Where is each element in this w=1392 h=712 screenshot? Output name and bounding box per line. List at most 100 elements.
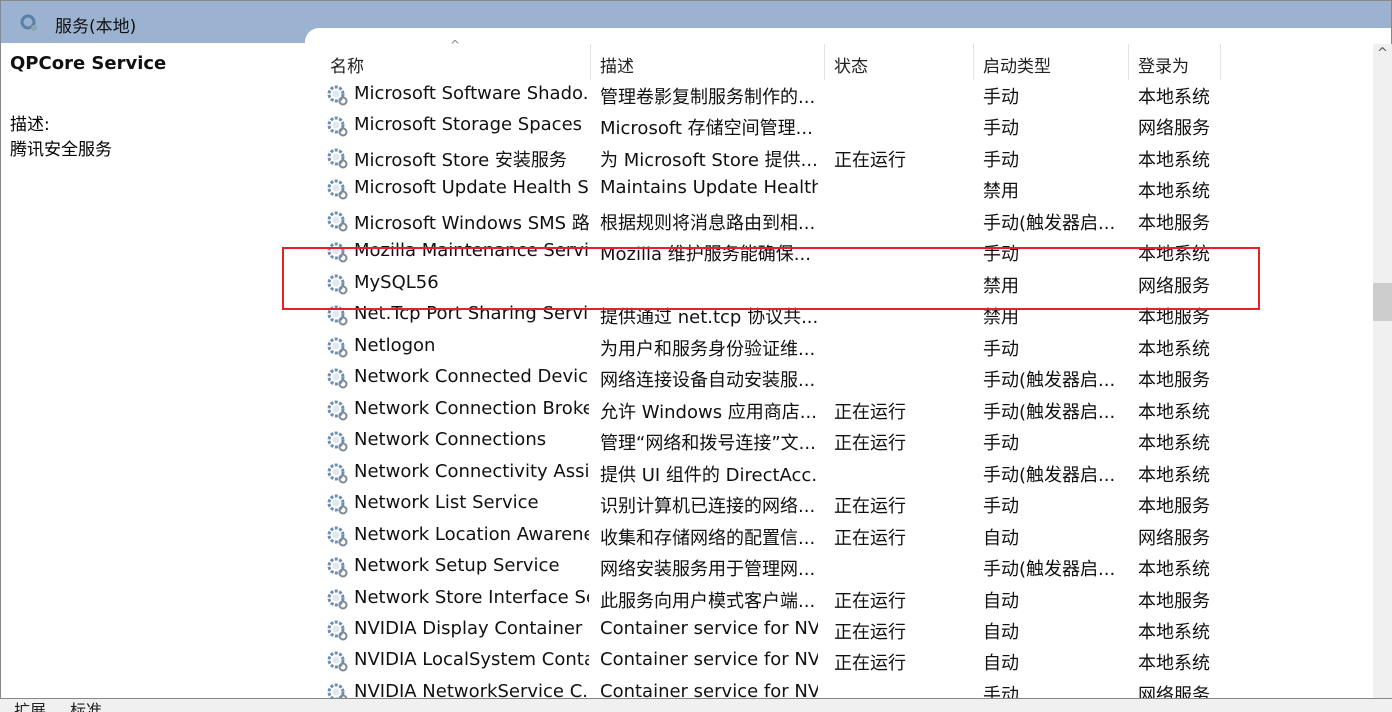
service-log-on-as: 本地服务	[1138, 496, 1210, 518]
service-startup-type: 手动(触发器启...	[983, 559, 1116, 581]
service-name: Microsoft Update Health S...	[354, 177, 589, 199]
service-row[interactable]: Network List Service 识别计算机已连接的网络... 正在运行 手动…	[320, 488, 1370, 519]
service-name: Network Setup Service	[354, 555, 560, 577]
service-startup-type: 手动(触发器启...	[983, 212, 1116, 234]
bottom-tab-bar: 扩展 标准	[0, 698, 1392, 712]
service-log-on-as: 本地系统	[1138, 181, 1210, 203]
column-divider[interactable]	[590, 44, 591, 80]
service-startup-type: 手动	[983, 338, 1019, 360]
service-gear-icon	[327, 651, 348, 672]
service-row[interactable]: NVIDIA Display Container LS Container ser…	[320, 614, 1370, 645]
service-name: Network List Service	[354, 492, 539, 514]
service-startup-type: 手动(触发器启...	[983, 370, 1116, 392]
service-status: 正在运行	[834, 401, 906, 423]
service-name: Network Store Interface Se...	[354, 586, 589, 608]
service-description: 网络安装服务用于管理网...	[600, 559, 816, 581]
column-header-log-on-as[interactable]: 登录为	[1138, 52, 1189, 77]
service-description: 为 Microsoft Store 提供...	[600, 149, 818, 171]
service-log-on-as: 本地服务	[1138, 212, 1210, 234]
service-name: Microsoft Store 安装服务	[354, 149, 567, 171]
service-description: Container service for NV...	[600, 617, 818, 639]
service-row[interactable]: Network Connections 管理“网络和拨号连接”文... 正在运行 手动…	[320, 425, 1370, 456]
service-name: Network Connected Devic...	[354, 366, 589, 388]
service-description: 为用户和服务身份验证维...	[600, 338, 816, 360]
service-gear-icon	[327, 337, 348, 358]
vertical-scrollbar[interactable]: ^	[1373, 44, 1392, 698]
service-description: 管理卷影复制服务制作的...	[600, 87, 816, 108]
column-header-description[interactable]: 描述	[600, 52, 634, 77]
scrollbar-thumb[interactable]	[1373, 283, 1392, 321]
service-name: Network Connections	[354, 429, 547, 451]
service-name: NVIDIA LocalSystem Conta...	[354, 649, 589, 671]
highlight-box	[282, 247, 1260, 310]
service-startup-type: 手动	[983, 87, 1019, 108]
column-divider[interactable]	[973, 44, 974, 80]
column-header-status[interactable]: 状态	[834, 52, 868, 77]
service-gear-icon	[327, 148, 348, 169]
service-startup-type: 自动	[983, 653, 1019, 675]
service-log-on-as: 本地系统	[1138, 464, 1210, 486]
service-startup-type: 手动	[983, 433, 1019, 455]
service-row[interactable]: Network Connected Devic... 网络连接设备自动安装服...…	[320, 362, 1370, 393]
service-row[interactable]: Microsoft Software Shado... 管理卷影复制服务制作的..…	[320, 79, 1370, 110]
service-row[interactable]: Network Setup Service 网络安装服务用于管理网... 手动(触发…	[320, 551, 1370, 582]
service-row[interactable]: Microsoft Update Health S... Maintains Up…	[320, 173, 1370, 204]
service-log-on-as: 本地系统	[1138, 401, 1210, 423]
service-description: 提供 UI 组件的 DirectAcc...	[600, 464, 818, 486]
tab-standard[interactable]: 标准	[70, 699, 102, 712]
service-name: Netlogon	[354, 334, 436, 356]
service-row[interactable]: Network Store Interface Se... 此服务向用户模式客户端…	[320, 583, 1370, 614]
service-gear-icon	[327, 211, 348, 232]
service-log-on-as: 本地系统	[1138, 621, 1210, 643]
service-status: 正在运行	[834, 621, 906, 643]
scroll-up-arrow-icon[interactable]: ^	[1377, 46, 1388, 61]
service-description: 管理“网络和拨号连接”文...	[600, 433, 816, 455]
service-row[interactable]: Network Location Awarene... 收集和存储网络的配置信..…	[320, 520, 1370, 551]
description-text: 腾讯安全服务	[10, 140, 112, 160]
service-startup-type: 自动	[983, 527, 1019, 549]
tab-extended[interactable]: 扩展	[14, 699, 46, 712]
service-gear-icon	[327, 589, 348, 610]
service-startup-type: 自动	[983, 621, 1019, 643]
service-row[interactable]: Netlogon 为用户和服务身份验证维... 手动 本地系统	[320, 331, 1370, 362]
service-status: 正在运行	[834, 653, 906, 675]
service-description: 根据规则将消息路由到相...	[600, 212, 816, 234]
column-header-name[interactable]: 名称	[330, 52, 364, 77]
service-log-on-as: 本地系统	[1138, 149, 1210, 171]
service-status: 正在运行	[834, 433, 906, 455]
service-status: 正在运行	[834, 590, 906, 612]
service-row[interactable]: Microsoft Store 安装服务 为 Microsoft Store 提供…	[320, 142, 1370, 173]
service-description: 收集和存储网络的配置信...	[600, 527, 816, 549]
service-status: 正在运行	[834, 496, 906, 518]
service-description: 识别计算机已连接的网络...	[600, 496, 816, 518]
column-divider[interactable]	[1128, 44, 1129, 80]
service-gear-icon	[327, 368, 348, 389]
service-description: Microsoft 存储空间管理...	[600, 118, 813, 140]
service-log-on-as: 网络服务	[1138, 118, 1210, 140]
service-log-on-as: 本地系统	[1138, 87, 1210, 108]
description-label: 描述:	[10, 115, 50, 135]
service-log-on-as: 本地服务	[1138, 590, 1210, 612]
service-description: Maintains Update Health	[600, 177, 818, 199]
service-gear-icon	[327, 179, 348, 200]
column-divider[interactable]	[824, 44, 825, 80]
service-gear-icon	[327, 431, 348, 452]
service-row[interactable]: Microsoft Storage Spaces S... Microsoft 存…	[320, 110, 1370, 141]
service-row[interactable]: NVIDIA LocalSystem Conta... Container ser…	[320, 645, 1370, 676]
service-log-on-as: 本地服务	[1138, 370, 1210, 392]
service-startup-type: 手动	[983, 149, 1019, 171]
service-row[interactable]: Network Connectivity Assis... 提供 UI 组件的 D…	[320, 457, 1370, 488]
column-header-row: 名称 描述 状态 启动类型 登录为	[0, 44, 1370, 80]
service-gear-icon	[327, 620, 348, 641]
service-row[interactable]: Microsoft Windows SMS 路... 根据规则将消息路由到相...…	[320, 205, 1370, 236]
column-divider[interactable]	[1220, 44, 1221, 80]
column-header-startup-type[interactable]: 启动类型	[983, 52, 1051, 77]
service-name: Network Location Awarene...	[354, 523, 589, 545]
service-row[interactable]: Network Connection Broker 允许 Windows 应用商店…	[320, 394, 1370, 425]
service-startup-type: 自动	[983, 590, 1019, 612]
service-name: Microsoft Storage Spaces S...	[354, 114, 589, 136]
service-startup-type: 禁用	[983, 181, 1019, 203]
service-startup-type: 手动(触发器启...	[983, 464, 1116, 486]
service-description: 此服务向用户模式客户端...	[600, 590, 816, 612]
service-gear-icon	[327, 85, 348, 106]
